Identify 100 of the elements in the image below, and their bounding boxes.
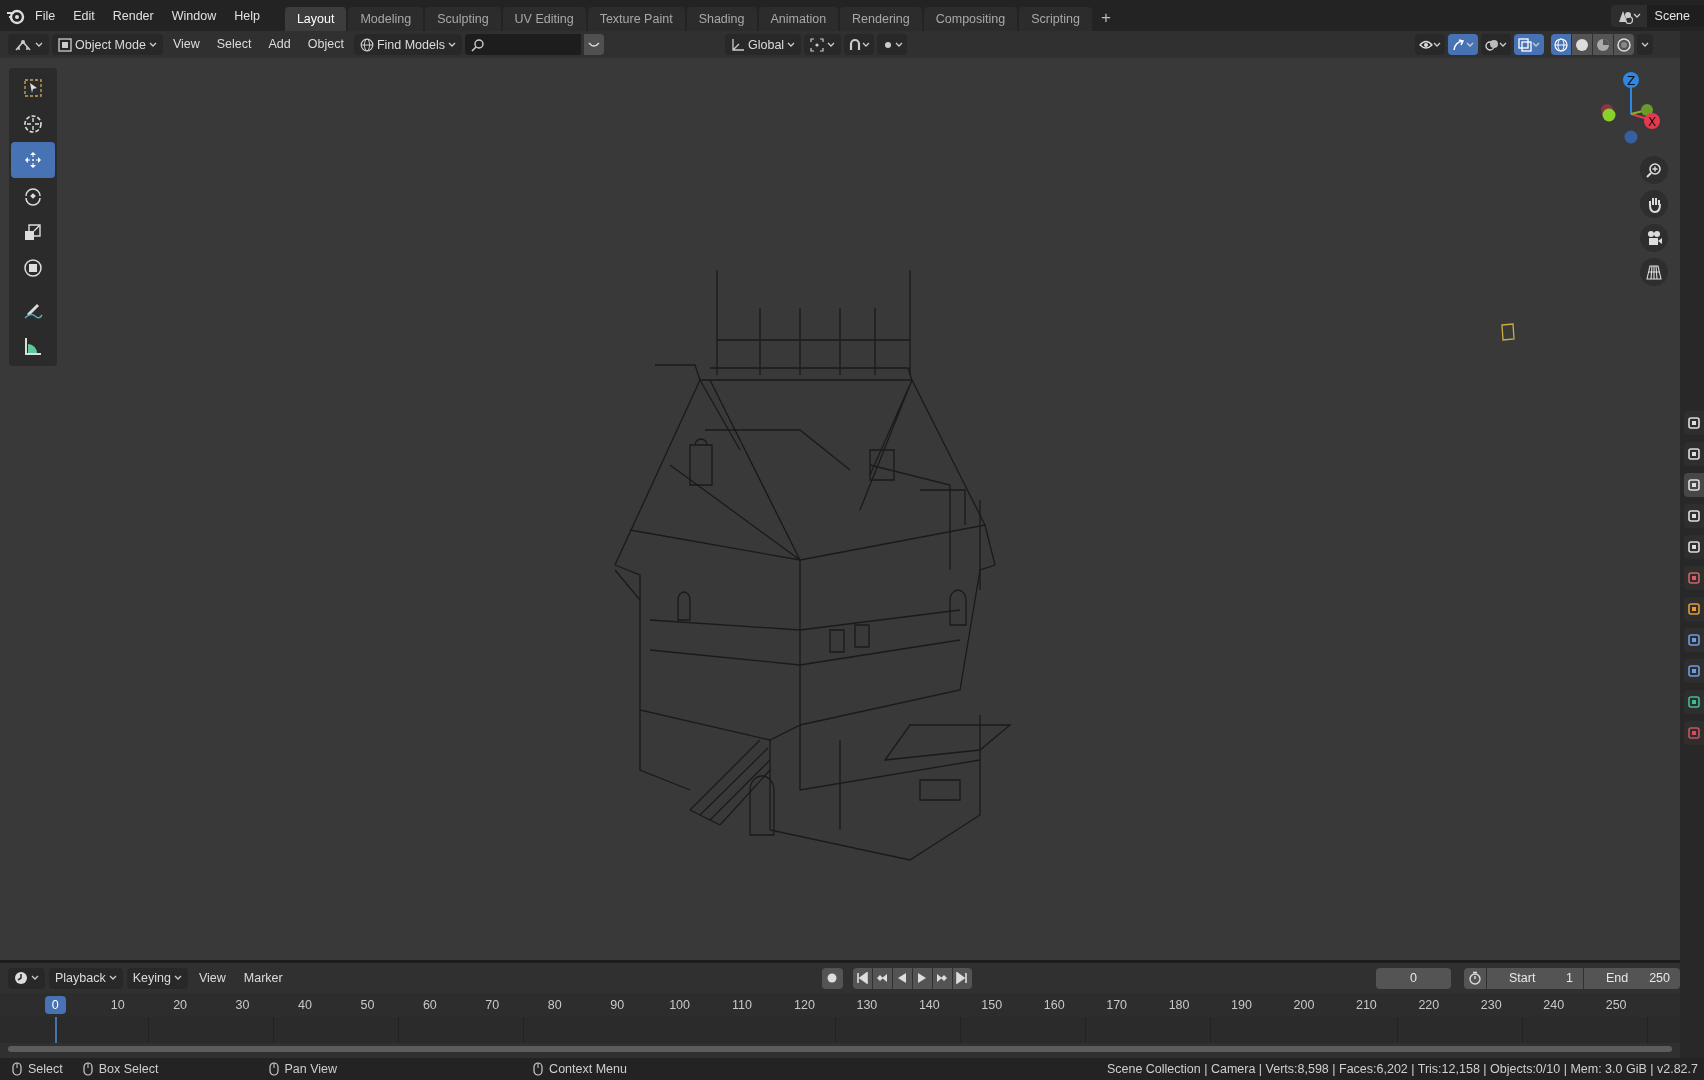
current-frame-field[interactable]: 0 xyxy=(1375,967,1451,989)
navigation-button[interactable] xyxy=(1640,156,1668,184)
properties-tab[interactable] xyxy=(1684,473,1704,497)
tab-icon xyxy=(1687,602,1701,616)
playback-button[interactable] xyxy=(892,967,912,989)
workspace-tab[interactable]: Scripting xyxy=(1019,7,1092,31)
frame-number: 180 xyxy=(1167,998,1191,1012)
workspace-tab[interactable]: Layout xyxy=(284,7,347,31)
menu-item[interactable]: View xyxy=(165,34,207,55)
tab-icon xyxy=(1687,416,1701,430)
toggle-button[interactable] xyxy=(1415,34,1445,55)
workspace-tab[interactable]: Sculpting xyxy=(425,7,501,31)
toggle-button[interactable] xyxy=(844,34,875,55)
shortcut-hint: Context Menu xyxy=(549,1062,627,1076)
rotate-icon xyxy=(23,186,43,206)
end-frame-field[interactable]: End 250 xyxy=(1584,967,1680,989)
mouse-icon xyxy=(533,1062,544,1076)
frame-number: 90 xyxy=(609,998,626,1012)
filter-dropdown-button[interactable] xyxy=(584,34,604,55)
pivot-dropdown[interactable] xyxy=(804,34,842,55)
properties-tab[interactable] xyxy=(1684,597,1704,621)
navigation-gizmo-drawing[interactable]: Z X xyxy=(1585,65,1665,155)
shading-button[interactable] xyxy=(1614,34,1634,55)
arrow-icon xyxy=(1452,37,1466,52)
workspace-tab[interactable]: Shading xyxy=(686,7,757,31)
shading-options-button[interactable] xyxy=(1637,34,1653,55)
clock-icon xyxy=(14,971,28,985)
frame-number: 240 xyxy=(1542,998,1566,1012)
find-models-dropdown[interactable]: Find Models xyxy=(353,34,462,55)
navigation-button[interactable] xyxy=(1640,224,1668,252)
stopwatch-button[interactable] xyxy=(1464,967,1486,989)
toggle-button[interactable] xyxy=(877,34,908,55)
menu-item[interactable]: File xyxy=(26,4,65,27)
shortcut-hint: Box Select xyxy=(98,1062,159,1076)
menu-item[interactable]: Object xyxy=(300,34,351,55)
mouse-icon xyxy=(12,1062,22,1076)
menu-item[interactable]: Add xyxy=(261,34,298,55)
playback-button[interactable] xyxy=(912,967,932,989)
playhead-line xyxy=(55,1017,57,1043)
scene-selector[interactable] xyxy=(1610,4,1647,27)
menu-item[interactable]: Help xyxy=(225,4,269,27)
playback-button[interactable] xyxy=(852,967,872,989)
sphere-icon xyxy=(1575,37,1589,52)
frame-number: 220 xyxy=(1417,998,1441,1012)
toggle-button[interactable] xyxy=(1481,34,1511,55)
menu-item[interactable]: Window xyxy=(162,4,226,27)
shading-button[interactable] xyxy=(1593,34,1613,55)
frame-number: 110 xyxy=(731,998,753,1012)
menu-item[interactable]: Select xyxy=(209,34,259,55)
properties-tab[interactable] xyxy=(1684,628,1704,652)
playback-button[interactable] xyxy=(932,967,952,989)
properties-tab[interactable] xyxy=(1684,411,1704,435)
menu-dropdown[interactable]: Keying xyxy=(126,967,188,989)
properties-tab[interactable] xyxy=(1684,504,1704,528)
workspace-tab[interactable]: Animation xyxy=(758,7,839,31)
caret-icon xyxy=(1499,41,1507,48)
menu-item[interactable]: View xyxy=(191,967,233,989)
scale-icon xyxy=(23,222,43,242)
tab-icon xyxy=(1687,664,1701,678)
properties-tab[interactable] xyxy=(1684,690,1704,714)
caret-icon xyxy=(148,41,157,48)
menu-item[interactable]: Edit xyxy=(64,4,104,27)
play-reverse-icon xyxy=(896,972,909,984)
frame-number: 160 xyxy=(1042,998,1066,1012)
grid-icon xyxy=(1646,263,1662,281)
navigation-button[interactable] xyxy=(1640,190,1668,218)
workspace-tab[interactable]: Compositing xyxy=(923,7,1018,31)
scrollbar[interactable] xyxy=(8,1046,1672,1052)
playback-button[interactable] xyxy=(872,967,892,989)
toggle-button[interactable] xyxy=(1514,34,1544,55)
search-field[interactable] xyxy=(465,34,581,55)
frame-number: 230 xyxy=(1479,998,1503,1012)
menu-item[interactable]: Render xyxy=(103,4,163,27)
navigation-button[interactable] xyxy=(1640,258,1668,286)
tab-icon xyxy=(1687,509,1701,523)
workspace-tab[interactable]: Texture Paint xyxy=(587,7,685,31)
record-button[interactable] xyxy=(821,967,843,989)
properties-tab[interactable] xyxy=(1684,535,1704,559)
workspace-tab[interactable]: Modeling xyxy=(348,7,424,31)
start-frame-field[interactable]: Start 1 xyxy=(1487,967,1583,989)
workspace-tab[interactable]: UV Editing xyxy=(502,7,586,31)
toggle-button[interactable] xyxy=(1448,34,1478,55)
current-frame-indicator[interactable]: 0 xyxy=(44,996,66,1014)
workspace-tab[interactable]: Rendering xyxy=(840,7,922,31)
shading-button[interactable] xyxy=(1551,34,1571,55)
menu-item[interactable]: Marker xyxy=(236,967,290,989)
menu-dropdown[interactable]: Playback xyxy=(49,967,123,989)
orientation-dropdown[interactable]: Global xyxy=(725,34,802,55)
frame-number: 80 xyxy=(546,998,563,1012)
tab-icon xyxy=(1687,447,1701,461)
editor-type-button[interactable] xyxy=(8,34,49,55)
properties-tab[interactable] xyxy=(1684,659,1704,683)
viewport-icon xyxy=(14,37,32,52)
mode-dropdown[interactable]: Object Mode xyxy=(52,34,163,55)
add-workspace-button[interactable]: + xyxy=(1093,7,1118,31)
shading-button[interactable] xyxy=(1572,34,1592,55)
editor-type-button[interactable] xyxy=(8,967,45,989)
playback-button[interactable] xyxy=(952,967,972,989)
properties-tab[interactable] xyxy=(1684,442,1704,466)
scene-name-field[interactable]: Scene xyxy=(1646,4,1704,27)
